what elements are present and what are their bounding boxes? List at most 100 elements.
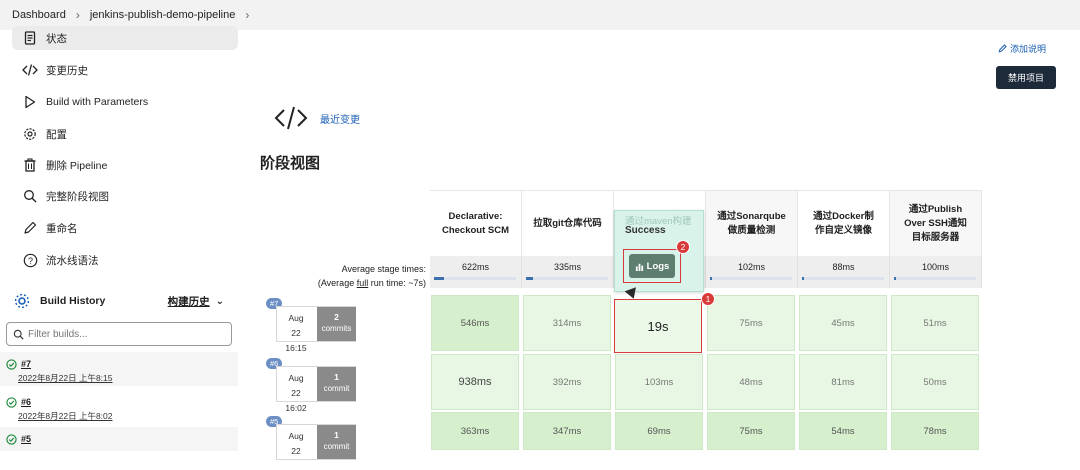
stage-cell[interactable]: 363ms <box>431 412 519 450</box>
sidebar-item-full-stage-view[interactable]: 完整阶段视图 <box>12 184 238 208</box>
build-history-link[interactable]: 构建历史 <box>168 294 210 309</box>
avg-label-line1: Average stage times: <box>341 264 426 274</box>
popup-status: Success <box>625 225 666 236</box>
stage-cell[interactable]: 347ms <box>523 412 611 450</box>
sidebar-item-changes[interactable]: 变更历史 <box>12 58 238 82</box>
success-check-icon <box>6 358 17 370</box>
build-number[interactable]: #6 <box>21 397 31 407</box>
stage-cell[interactable]: 392ms <box>523 354 611 410</box>
run-card[interactable]: Aug 22 16:02 1 commit <box>276 366 356 413</box>
stage-cell[interactable]: 54ms <box>799 412 887 450</box>
stage-cell[interactable]: 314ms <box>523 295 611 351</box>
run-date: Aug 22 16:02 <box>283 371 309 416</box>
run-commits[interactable]: 1 commit <box>317 367 356 401</box>
sidebar-item-pipeline-syntax[interactable]: ? 流水线语法 <box>12 248 238 272</box>
stage-header: 拉取git仓库代码 <box>522 190 614 256</box>
stage-average: 100ms <box>890 256 982 288</box>
avg-label-full-link[interactable]: full <box>357 278 369 288</box>
stage-name-line: 通过Docker制 <box>813 210 874 222</box>
filter-builds-input[interactable] <box>28 328 218 340</box>
sidebar: 状态 变更历史 Build with Parameters 配置 删除 Pipe… <box>0 26 240 451</box>
build-date[interactable]: 2022年8月22日 上午8:15 <box>18 372 238 384</box>
search-icon <box>13 329 24 340</box>
stage-average-bar <box>802 277 884 280</box>
sidebar-item-label: 配置 <box>46 128 67 141</box>
annotation-marker-2: 2 <box>676 240 690 254</box>
recent-changes[interactable]: 最近变更 <box>274 104 360 132</box>
stage-cell-selected[interactable]: 19s <box>614 299 702 353</box>
stage-cell[interactable]: 50ms <box>891 354 979 410</box>
stage-view-title: 阶段视图 <box>260 155 321 172</box>
stage-cell[interactable]: 78ms <box>891 412 979 450</box>
sidebar-item-label: Build with Parameters <box>46 96 149 108</box>
avg-label-pre: (Average <box>317 278 357 288</box>
sidebar-item-label: 完整阶段视图 <box>46 190 109 203</box>
stage-cell[interactable]: 938ms <box>431 354 519 410</box>
logs-highlight: Logs <box>623 249 681 283</box>
document-icon <box>20 28 40 48</box>
play-icon <box>20 92 40 112</box>
svg-text:?: ? <box>27 255 32 265</box>
chevron-right-icon[interactable]: › <box>245 8 249 22</box>
stage-name-line: Over SSH通知 <box>904 217 967 229</box>
build-date[interactable]: 2022年8月22日 上午8:02 <box>18 410 238 422</box>
build-history-title: Build History <box>40 295 106 307</box>
stage-cell[interactable]: 546ms <box>431 295 519 351</box>
breadcrumb-pipeline[interactable]: jenkins-publish-demo-pipeline <box>90 9 236 21</box>
run-card[interactable]: Aug 22 1 commit <box>276 424 356 460</box>
sidebar-item-build-with-parameters[interactable]: Build with Parameters <box>12 90 238 114</box>
add-description-label: 添加说明 <box>1010 44 1047 54</box>
disable-project-button[interactable]: 禁用项目 <box>996 66 1056 89</box>
build-entry-6[interactable]: #6 2022年8月22日 上午8:02 <box>0 390 238 424</box>
sidebar-item-status[interactable]: 状态 <box>12 26 238 50</box>
pencil-icon <box>998 44 1007 53</box>
sidebar-item-configure[interactable]: 配置 <box>12 122 238 146</box>
stage-average-bar <box>526 277 608 280</box>
build-entry-7[interactable]: #7 2022年8月22日 上午8:15 <box>0 352 238 386</box>
run-card[interactable]: Aug 22 16:15 2 commits <box>276 306 356 353</box>
stage-average-bar-fill <box>894 277 897 280</box>
stage-name-line: Checkout SCM <box>441 224 510 236</box>
build-entry-5[interactable]: #5 <box>0 427 238 451</box>
stage-name-line: 做质量检测 <box>727 224 776 236</box>
stage-header: Declarative: Checkout SCM <box>430 190 522 256</box>
recent-changes-link[interactable]: 最近变更 <box>320 111 360 126</box>
chevron-down-icon[interactable]: ⌄ <box>216 296 224 307</box>
stage-cell[interactable]: 75ms <box>707 295 795 351</box>
stage-average-bar-fill <box>802 277 805 280</box>
breadcrumb-dashboard[interactable]: Dashboard <box>12 9 66 21</box>
stage-cell[interactable]: 75ms <box>707 412 795 450</box>
add-description-link[interactable]: 添加说明 <box>998 42 1046 55</box>
build-number[interactable]: #5 <box>21 434 31 444</box>
sidebar-item-label: 流水线语法 <box>46 254 99 267</box>
stage-cell[interactable]: 103ms <box>615 354 703 410</box>
run-commits[interactable]: 2 commits <box>317 307 356 341</box>
sidebar-item-rename[interactable]: 重命名 <box>12 216 238 240</box>
stage-cell[interactable]: 45ms <box>799 295 887 351</box>
average-stage-times-label: Average stage times: (Average full run t… <box>260 262 426 290</box>
build-history-icon <box>14 293 30 309</box>
stage-average: 88ms <box>798 256 890 288</box>
run-month-day: Aug 22 <box>288 373 304 398</box>
stage-name-line: 拉取git仓库代码 <box>533 217 602 229</box>
run-month-day: Aug 22 <box>288 313 304 338</box>
pencil-icon <box>20 218 40 238</box>
filter-builds-field[interactable] <box>6 322 232 346</box>
stage-average-value: 102ms <box>737 262 765 272</box>
sidebar-item-delete-pipeline[interactable]: 删除 Pipeline <box>12 153 238 177</box>
logs-button[interactable]: Logs <box>629 254 675 278</box>
stage-average: 335ms <box>522 256 614 288</box>
stage-average-bar <box>710 277 792 280</box>
stage-header: 通过Docker制 作自定义镜像 <box>798 190 890 256</box>
run-commits[interactable]: 1 commit <box>317 425 356 459</box>
help-icon: ? <box>20 250 40 270</box>
avg-label-post: run time: ~7s) <box>368 278 426 288</box>
build-number[interactable]: #7 <box>21 359 31 369</box>
stage-cell[interactable]: 51ms <box>891 295 979 351</box>
stage-cell[interactable]: 69ms <box>615 412 703 450</box>
stage-name-line: Declarative: <box>448 210 503 222</box>
stage-name-line: 通过Publish <box>908 203 963 215</box>
stage-header: 通过Sonarqube 做质量检测 <box>706 190 798 256</box>
stage-cell[interactable]: 81ms <box>799 354 887 410</box>
stage-cell[interactable]: 48ms <box>707 354 795 410</box>
